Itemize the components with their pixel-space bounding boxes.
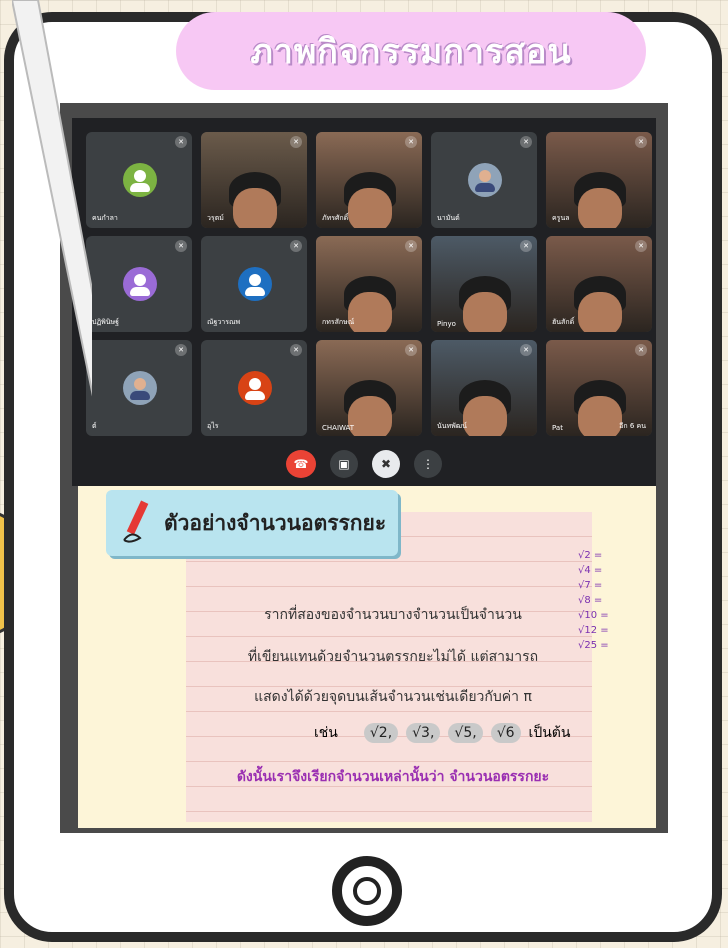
title-banner: ภาพกิจกรรมการสอน (176, 12, 646, 90)
slide-line-2: ที่เขียนแทนด้วยจำนวนตรรกยะไม่ได้ แต่สามา… (247, 649, 539, 665)
participant-name: ต์ (92, 422, 97, 430)
mic-off-icon: ✕ (635, 344, 647, 356)
mic-off-icon: ✕ (290, 136, 302, 148)
participant-tile[interactable]: ✕ นามันต์ (431, 132, 537, 228)
end-call-button[interactable]: ☎ (286, 450, 316, 478)
stylus-pen (12, 0, 92, 397)
root-chip: √6 (490, 723, 521, 743)
page-title: ภาพกิจกรรมการสอน (250, 32, 572, 72)
participant-name: ปฏิพินิษฐ์ (92, 318, 120, 326)
participant-tile[interactable]: ✕ Pinyo (431, 236, 537, 332)
root-examples: เช่น √2, √3, √5, √6 เป็นต้น (314, 722, 570, 744)
participant-name: CHAIWAT (322, 424, 355, 432)
mic-off-icon: ✕ (635, 240, 647, 252)
participant-avatar (123, 267, 157, 301)
home-button[interactable] (332, 856, 402, 926)
presentation-slide: ตัวอย่างจำนวนอตรรกยะ รากที่สองของจำนวนบา… (78, 486, 656, 828)
participant-tile[interactable]: ✕ CHAIWAT (316, 340, 422, 436)
participant-name: Pat (552, 424, 563, 432)
camera-button[interactable]: ▣ (330, 450, 358, 478)
participant-avatar (238, 267, 272, 301)
note: √7 = (578, 580, 603, 591)
participant-tile[interactable]: ✕ ต์ (86, 340, 192, 436)
participant-photo-avatar (123, 371, 157, 405)
participant-tile[interactable]: ✕ คนกำลา (86, 132, 192, 228)
slide-line-3: แสดงได้ด้วยจุดบนเส้นจำนวนเช่นเดียวกับค่า… (254, 689, 532, 705)
participant-tile[interactable]: ✕ ปฏิพินิษฐ์ (86, 236, 192, 332)
participant-name: กทรสักษณ์ (322, 318, 355, 326)
meeting-controls: ☎ ▣ ✖ ⋮ (72, 450, 656, 478)
note: √4 = (578, 565, 603, 576)
video-meeting: ✕ คนกำลา ✕ วรุตม์ ✕ ภัทรศักดิ์ ✕ นามันต์ ✕ ครูนล ✕… (72, 118, 656, 486)
more-participants-label: อีก 6 คน (619, 422, 646, 430)
participant-tile[interactable]: ✕ อุไร (201, 340, 307, 436)
note: √8 = (578, 595, 603, 606)
participant-tile[interactable]: ✕ ภัทรศักดิ์ (316, 132, 422, 228)
mic-off-icon: ✕ (290, 344, 302, 356)
participant-name: ฮันสักดิ์ (552, 318, 575, 326)
example-suffix: เป็นต้น (528, 725, 571, 741)
mic-off-icon: ✕ (635, 136, 647, 148)
mic-off-icon: ✕ (520, 344, 532, 356)
participant-name: Pinyo (437, 320, 456, 328)
mic-off-icon: ✕ (520, 136, 532, 148)
slide-line-1: รากที่สองของจำนวนบางจำนวนเป็นจำนวน (264, 607, 522, 623)
root-chip: √2, (363, 723, 399, 743)
note: √10 = (578, 610, 609, 621)
root-chip: √3, (406, 723, 441, 743)
participant-avatar (123, 163, 157, 197)
note: √12 = (578, 625, 609, 636)
mic-off-icon: ✕ (405, 344, 417, 356)
root-chip: √5, (448, 723, 483, 743)
example-prefix: เช่น (314, 725, 338, 741)
participant-tile[interactable]: ✕ นันทพัฒน์ (431, 340, 537, 436)
participant-name: อุไร (207, 422, 219, 430)
mic-off-icon: ✕ (175, 240, 187, 252)
participant-tile[interactable]: ✕ ณัฐวารณพ (201, 236, 307, 332)
participant-tile[interactable]: ✕ ฮันสักดิ์ (546, 236, 652, 332)
participant-tile[interactable]: ✕ วรุตม์ (201, 132, 307, 228)
mic-off-icon: ✕ (290, 240, 302, 252)
participant-tile[interactable]: ✕ Pat อีก 6 คน (546, 340, 652, 436)
slide-title: ตัวอย่างจำนวนอตรรกยะ (164, 510, 387, 535)
pencil-icon (123, 500, 149, 543)
participant-name: วรุตม์ (207, 214, 224, 222)
mic-off-icon: ✕ (175, 344, 187, 356)
mic-off-icon: ✕ (520, 240, 532, 252)
side-notes: √2 = √4 = √7 = √8 = √10 = √12 = √25 = (578, 548, 609, 653)
mic-off-icon: ✕ (175, 136, 187, 148)
note: √2 = (578, 550, 603, 561)
participant-tile[interactable]: ✕ ครูนล (546, 132, 652, 228)
mic-off-icon: ✕ (405, 240, 417, 252)
mic-mute-button[interactable]: ✖ (372, 450, 400, 478)
participant-name: ครูนล (552, 214, 570, 222)
participant-tile[interactable]: ✕ กทรสักษณ์ (316, 236, 422, 332)
mic-off-icon: ✕ (405, 136, 417, 148)
participant-avatar (238, 371, 272, 405)
participant-name: ภัทรศักดิ์ (322, 214, 349, 222)
slide-conclusion: ดังนั้นเราจึงเรียกจำนวนเหล่านั้นว่า จำนว… (236, 769, 550, 785)
participant-name: นามันต์ (437, 214, 460, 222)
more-options-button[interactable]: ⋮ (414, 450, 442, 478)
note: √25 = (578, 640, 609, 651)
participant-name: ณัฐวารณพ (207, 318, 241, 326)
participant-name: นันทพัฒน์ (437, 422, 467, 430)
slide-title-box: ตัวอย่างจำนวนอตรรกยะ (106, 490, 398, 556)
participant-photo-avatar (468, 163, 502, 197)
participant-name: คนกำลา (92, 214, 118, 222)
